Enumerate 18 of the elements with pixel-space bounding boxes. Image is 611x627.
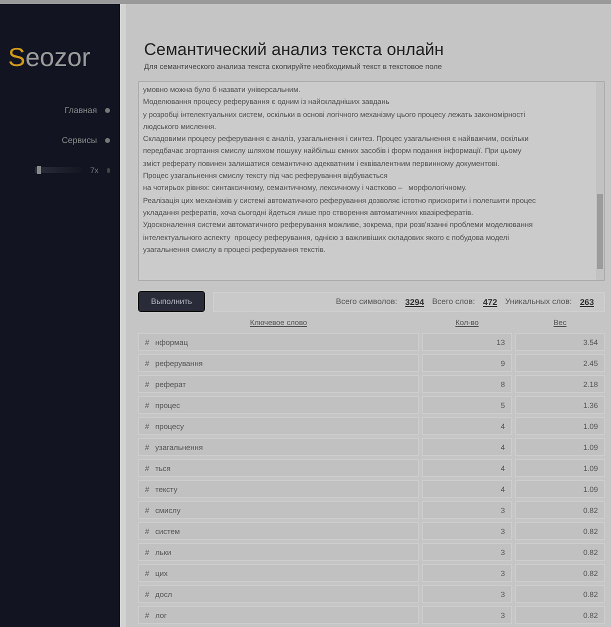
stat-label: Уникальных слов: xyxy=(505,297,572,306)
stat-value: 472 xyxy=(482,296,498,306)
scrollbar[interactable] xyxy=(596,82,604,280)
nav-link[interactable]: Сервисы xyxy=(62,135,97,145)
run-button[interactable]: Выполнить xyxy=(138,291,206,312)
dot-icon xyxy=(106,168,110,172)
logo[interactable]: Seozor xyxy=(0,42,90,73)
nav-link[interactable]: Главная xyxy=(64,105,97,115)
slider-handle[interactable] xyxy=(37,166,42,174)
slider-reading: 7x xyxy=(90,166,99,174)
stat-label: Всего символов: xyxy=(336,297,398,306)
slider-track[interactable] xyxy=(35,167,82,173)
stat-value: 3294 xyxy=(405,296,424,306)
dot-icon xyxy=(105,138,110,142)
stat-label: Всего слов: xyxy=(432,297,475,306)
page-title: Семантический анализ текста онлайн xyxy=(144,40,445,60)
dot-icon xyxy=(105,108,110,112)
stat-value: 263 xyxy=(580,296,594,306)
